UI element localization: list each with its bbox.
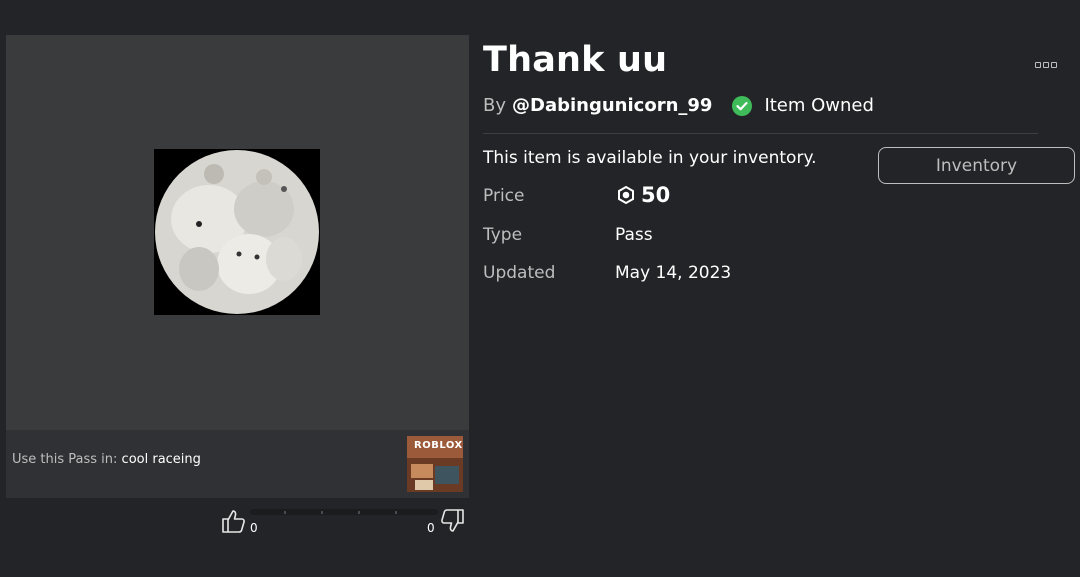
byline: By @Dabingunicorn_99 Item Owned — [483, 95, 874, 116]
item-thumbnail-panel: Use this Pass in: cool raceing ROBLOX — [6, 35, 469, 498]
use-in-label: Use this Pass in: — [12, 452, 118, 467]
item-thumbnail-area — [6, 35, 469, 430]
more-options-icon — [1035, 62, 1041, 68]
use-in-experience-bar: Use this Pass in: cool raceing ROBLOX — [6, 430, 469, 498]
check-circle-icon — [732, 95, 753, 116]
thumbs-up-icon[interactable] — [220, 508, 246, 534]
thumbs-down-icon[interactable] — [440, 508, 466, 534]
price-label: Price — [483, 186, 525, 206]
updated-value: May 14, 2023 — [615, 263, 732, 283]
item-thumbnail-image — [154, 149, 320, 315]
item-title: Thank uu — [483, 40, 668, 80]
vote-row: 0 0 — [220, 506, 470, 540]
price-value-container: 50 — [615, 183, 670, 207]
type-value: Pass — [615, 225, 653, 245]
updated-label: Updated — [483, 263, 556, 283]
divider — [483, 133, 1038, 134]
price-value: 50 — [641, 183, 671, 207]
game-thumbnail[interactable]: ROBLOX — [407, 436, 463, 492]
item-owned-label: Item Owned — [764, 95, 874, 116]
robux-icon — [618, 186, 634, 204]
game-link[interactable]: cool raceing — [122, 452, 201, 467]
creator-link[interactable]: @Dabingunicorn_99 — [512, 95, 712, 116]
more-options-button[interactable] — [1030, 56, 1062, 74]
use-in-text: Use this Pass in: cool raceing — [12, 452, 201, 467]
by-label: By — [483, 95, 507, 116]
availability-text: This item is available in your inventory… — [483, 148, 817, 168]
type-label: Type — [483, 225, 523, 245]
upvote-count: 0 — [250, 521, 258, 535]
inventory-button[interactable]: Inventory — [878, 147, 1075, 184]
game-logo-text: ROBLOX — [414, 440, 463, 451]
vote-ratio-bar — [250, 509, 438, 515]
downvote-count: 0 — [427, 521, 435, 535]
